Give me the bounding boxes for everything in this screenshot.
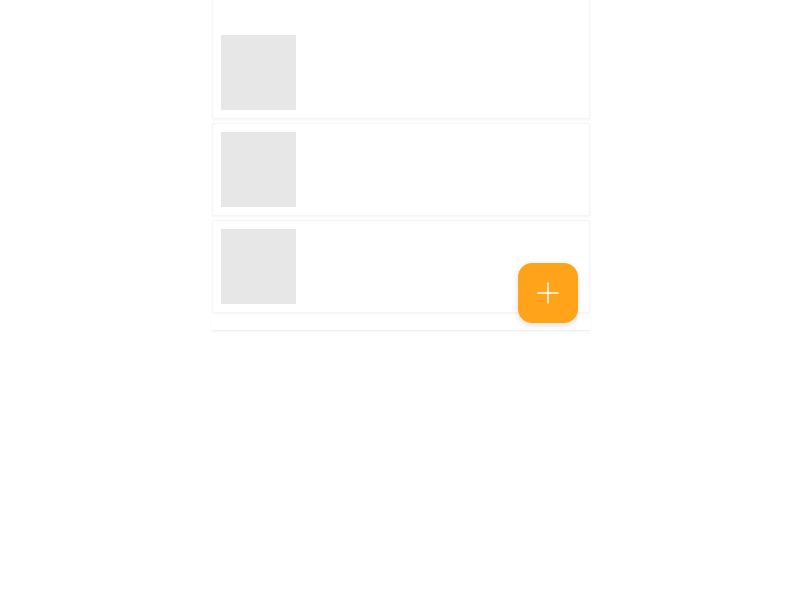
- plus-icon: [534, 279, 562, 307]
- list-item[interactable]: [212, 0, 590, 119]
- item-thumbnail: [221, 229, 296, 304]
- list-item[interactable]: [212, 123, 590, 216]
- app-viewport: [0, 0, 800, 600]
- add-button[interactable]: [518, 263, 578, 323]
- item-thumbnail: [221, 132, 296, 207]
- item-thumbnail: [221, 35, 296, 110]
